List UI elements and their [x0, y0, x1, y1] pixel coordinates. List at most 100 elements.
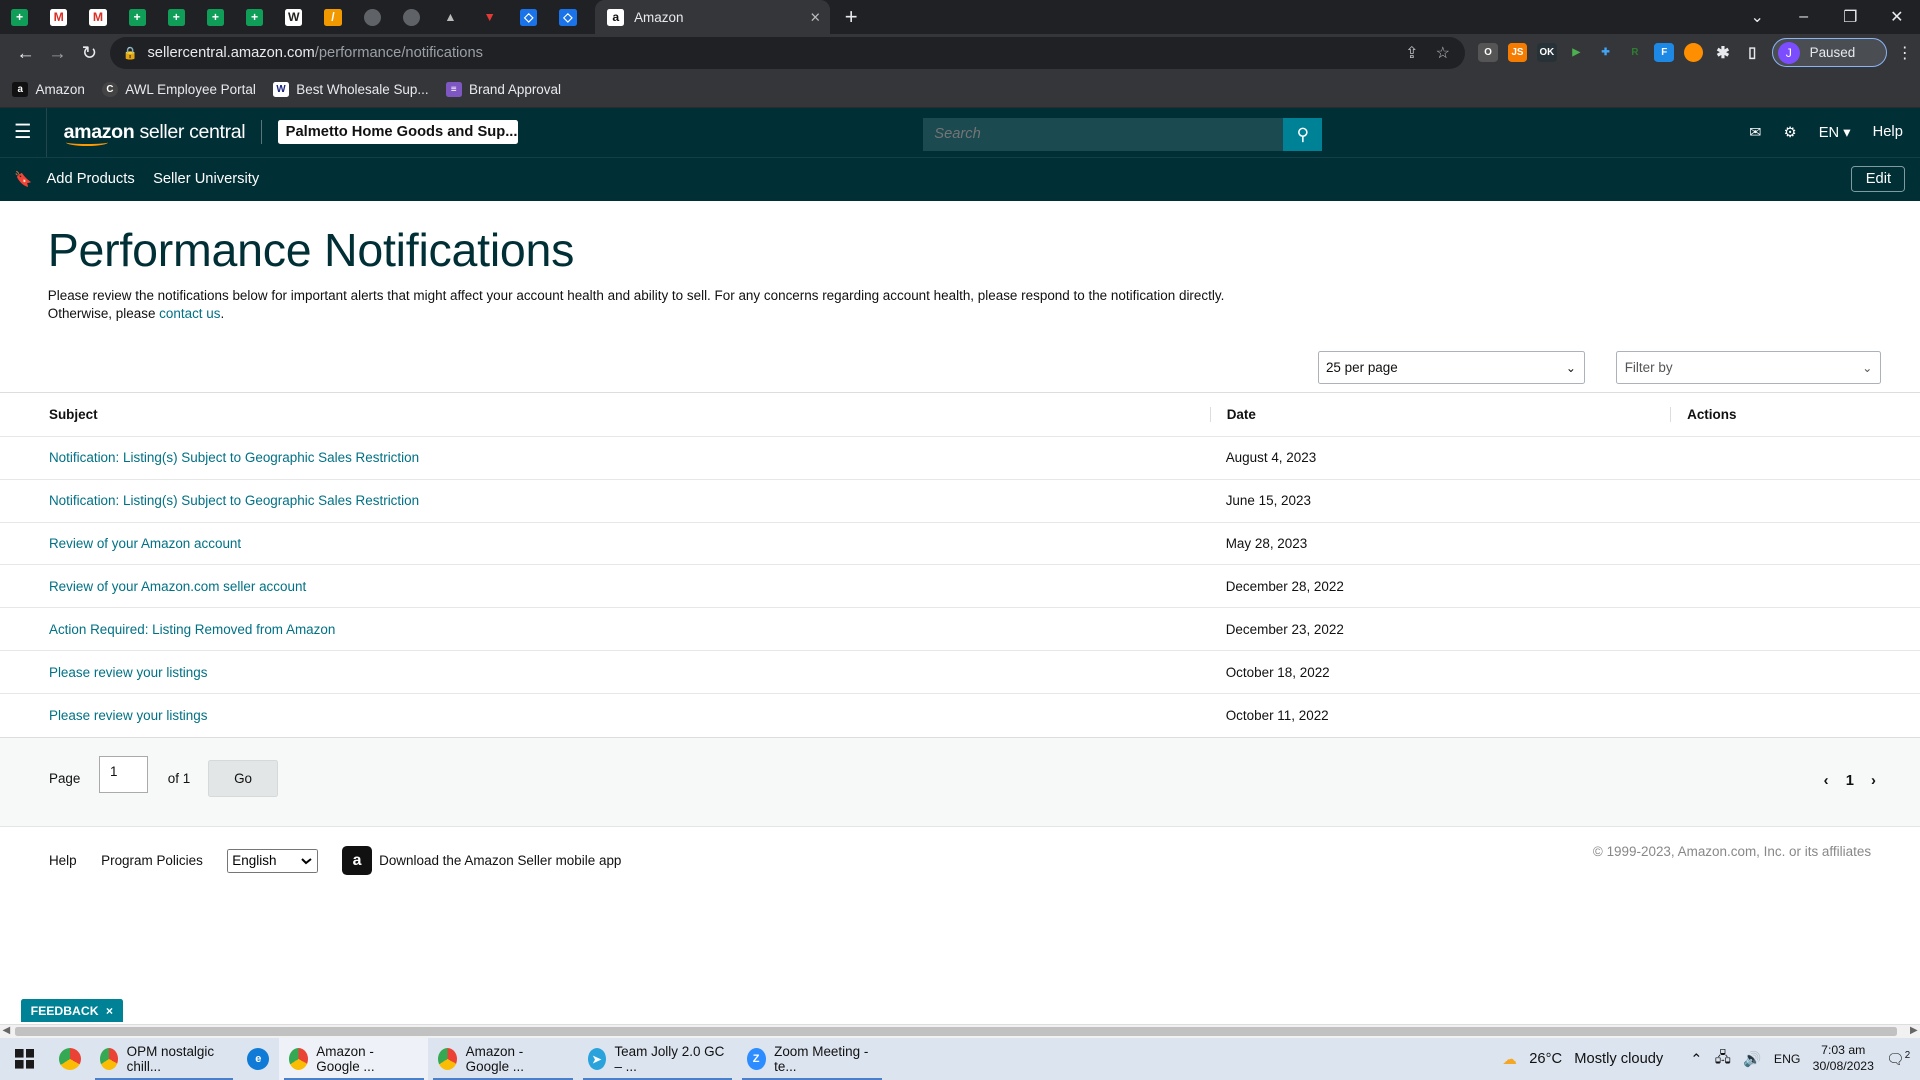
notification-center-icon[interactable]: 🗨2 [1886, 1050, 1910, 1068]
pinned-tab-sheets[interactable]: + [0, 0, 39, 34]
bookmark-wholesale[interactable]: W Best Wholesale Sup... [272, 81, 429, 98]
pinned-tab-gmail-2[interactable]: M [78, 0, 117, 34]
bookmark-icon[interactable]: 🔖 [0, 170, 47, 188]
contact-us-link[interactable]: contact us [159, 306, 220, 321]
close-tab-icon[interactable]: × [810, 7, 820, 28]
share-icon[interactable]: ⇪ [1405, 43, 1418, 63]
active-tab[interactable]: a Amazon × [594, 0, 831, 35]
notification-link[interactable]: Notification: Listing(s) Subject to Geog… [49, 450, 419, 465]
restore-icon[interactable]: ❐ [1827, 7, 1874, 27]
taskbar-app-opm[interactable]: OPM nostalgic chill... [91, 1038, 238, 1080]
side-panel-icon[interactable]: ▯ [1743, 43, 1763, 63]
search-input[interactable] [923, 117, 1284, 151]
pinned-tab-sheets-2[interactable]: + [118, 0, 157, 34]
footer-help-link[interactable]: Help [49, 853, 77, 868]
store-selector[interactable]: Palmetto Home Goods and Sup... [278, 119, 519, 145]
address-bar[interactable]: 🔒 sellercentral.amazon.com/performance/n… [110, 36, 1465, 69]
current-page-number[interactable]: 1 [1846, 773, 1854, 789]
profile-button[interactable]: J Paused [1771, 37, 1887, 68]
notification-link[interactable]: Please review your listings [49, 665, 208, 680]
footer-language-select[interactable]: English [227, 848, 318, 874]
pinned-tab-gmail[interactable]: M [39, 0, 78, 34]
notification-link[interactable]: Review of your Amazon.com seller account [49, 579, 306, 594]
weather-temp[interactable]: 26°C [1529, 1051, 1562, 1067]
extension-orange-icon[interactable] [1683, 42, 1704, 63]
extensions-puzzle-icon[interactable]: ✱ [1713, 43, 1733, 63]
extension-r-icon[interactable]: R [1625, 43, 1645, 63]
seller-central-logo[interactable]: amazon seller central [64, 121, 246, 147]
menu-kebab-icon[interactable]: ⋮ [1897, 43, 1913, 63]
footer-program-policies-link[interactable]: Program Policies [101, 853, 203, 868]
star-icon[interactable]: ☆ [1436, 43, 1450, 63]
download-app-link[interactable]: a Download the Amazon Seller mobile app [342, 846, 621, 876]
extension-play-icon[interactable]: ▶ [1566, 43, 1586, 63]
search-button[interactable]: ⚲ [1283, 117, 1323, 151]
extension-js-icon[interactable]: JS [1507, 42, 1528, 63]
close-icon[interactable]: × [106, 1004, 113, 1018]
pinned-tab-blue-2[interactable]: ◇ [548, 0, 587, 34]
prev-page-icon[interactable]: ‹ [1824, 773, 1829, 789]
language-indicator[interactable]: ENG [1774, 1052, 1801, 1066]
edit-button[interactable]: Edit [1851, 166, 1906, 192]
extension-ok-icon[interactable]: OK [1537, 42, 1557, 63]
extension-fba-icon[interactable]: F [1654, 42, 1675, 63]
close-window-icon[interactable]: ✕ [1874, 7, 1920, 27]
pinned-tab-blue[interactable]: ◇ [509, 0, 548, 34]
pinned-tab-tool[interactable]: / [313, 0, 352, 34]
chevron-up-icon[interactable]: ⌃ [1690, 1051, 1702, 1068]
nav-seller-university[interactable]: Seller University [153, 171, 259, 187]
taskbar-app-telegram[interactable]: ➤ Team Jolly 2.0 GC – ... [578, 1038, 737, 1080]
filter-select[interactable]: Filter by ⌄ [1616, 351, 1881, 385]
per-page-select[interactable]: 25 per page ⌄ [1317, 351, 1585, 385]
feedback-button[interactable]: FEEDBACK × [20, 999, 123, 1023]
reload-icon[interactable]: ↻ [73, 42, 105, 64]
language-selector[interactable]: EN ▾ [1819, 124, 1851, 141]
volume-icon[interactable]: 🔊 [1743, 1050, 1761, 1068]
clock[interactable]: 7:03 am 30/08/2023 [1813, 1043, 1874, 1075]
minimize-icon[interactable]: – [1780, 8, 1827, 26]
pinned-tab-mountain[interactable]: ▲ [431, 0, 470, 34]
next-page-icon[interactable]: › [1871, 773, 1876, 789]
bookmark-awl[interactable]: C AWL Employee Portal [101, 81, 256, 98]
go-button[interactable]: Go [208, 760, 278, 798]
extension-puzzle-blue-icon[interactable]: ✚ [1596, 43, 1616, 63]
wholesale-icon: W [272, 81, 289, 98]
mail-icon[interactable]: ✉ [1749, 124, 1761, 141]
forward-icon[interactable]: → [42, 42, 74, 64]
pinned-tab-sheets-5[interactable]: + [235, 0, 274, 34]
scroll-right-icon[interactable]: ▶ [1910, 1025, 1918, 1036]
notification-link[interactable]: Please review your listings [49, 708, 208, 723]
weather-icon[interactable]: ☁ [1502, 1051, 1517, 1068]
pinned-tab-gray[interactable] [353, 0, 392, 34]
hamburger-menu-icon[interactable]: ☰ [0, 107, 47, 157]
notification-link[interactable]: Review of your Amazon account [49, 536, 241, 551]
pinned-tab-sheets-4[interactable]: + [196, 0, 235, 34]
taskbar-app-amazon-2[interactable]: Amazon - Google ... [428, 1038, 577, 1080]
gear-icon[interactable]: ⚙ [1784, 124, 1797, 141]
windows-start-icon[interactable] [0, 1049, 49, 1069]
help-link[interactable]: Help [1873, 124, 1903, 140]
tab-search-icon[interactable]: ⌄ [1734, 7, 1781, 27]
page-number-input[interactable]: 1 [99, 755, 149, 794]
weather-text[interactable]: Mostly cloudy [1574, 1051, 1663, 1067]
pinned-tab-sheets-3[interactable]: + [157, 0, 196, 34]
pinned-tab-red[interactable]: ▼ [470, 0, 509, 34]
bookmark-amazon[interactable]: a Amazon [12, 81, 85, 98]
taskbar-app-amazon-1[interactable]: Amazon - Google ... [279, 1038, 429, 1080]
taskbar-chrome[interactable] [49, 1038, 91, 1080]
bookmark-brand-approval[interactable]: ≡ Brand Approval [445, 81, 561, 98]
pinned-tab-gray-2[interactable] [392, 0, 431, 34]
notification-link[interactable]: Notification: Listing(s) Subject to Geog… [49, 493, 419, 508]
extension-off-icon[interactable]: O [1478, 42, 1498, 63]
taskbar-app-zoom[interactable]: Z Zoom Meeting - te... [737, 1038, 886, 1080]
pinned-tab-doc[interactable]: W [274, 0, 313, 34]
new-tab-icon[interactable]: + [845, 4, 858, 30]
scroll-left-icon[interactable]: ◀ [2, 1025, 10, 1036]
back-icon[interactable]: ← [10, 42, 42, 64]
notification-link[interactable]: Action Required: Listing Removed from Am… [49, 622, 335, 637]
nav-add-products[interactable]: Add Products [47, 171, 135, 187]
horizontal-scrollbar[interactable]: ◀ ▶ [0, 1023, 1920, 1039]
network-icon[interactable]: 🖧 [1715, 1047, 1731, 1072]
scrollbar-thumb[interactable] [14, 1027, 1897, 1036]
taskbar-edge[interactable]: e [238, 1038, 280, 1080]
